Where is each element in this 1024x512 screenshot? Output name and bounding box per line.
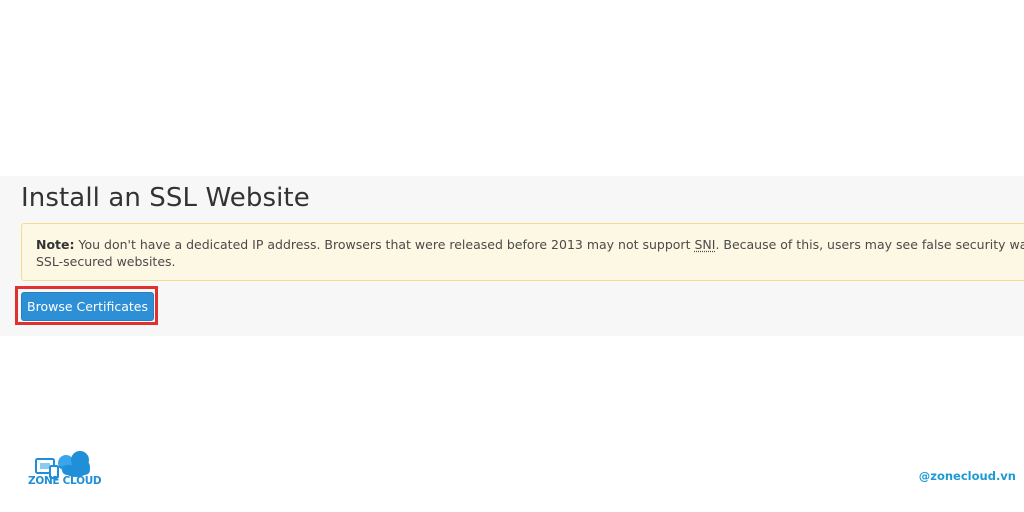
browse-certificates-button[interactable]: Browse Certificates <box>21 292 154 321</box>
cloud-icon <box>58 451 90 477</box>
screenshot-canvas: Install an SSL Website Note: You don't h… <box>0 0 1024 512</box>
alert-text-after-sni: . Because of this, users may see false s… <box>715 237 1024 252</box>
logo-text: ZONE CLOUD <box>28 475 102 487</box>
sni-warning-alert: Note: You don't have a dedicated IP addr… <box>21 223 1024 281</box>
alert-line-1: Note: You don't have a dedicated IP addr… <box>36 236 1024 253</box>
alert-note-label: Note: <box>36 237 75 252</box>
page-title: Install an SSL Website <box>21 183 310 213</box>
watermark-handle: @zonecloud.vn <box>918 469 1016 483</box>
alert-text-before-sni: You don't have a dedicated IP address. B… <box>74 237 695 252</box>
alert-line-2: SSL-secured websites. <box>36 254 176 269</box>
sni-abbreviation: SNI <box>694 237 716 252</box>
